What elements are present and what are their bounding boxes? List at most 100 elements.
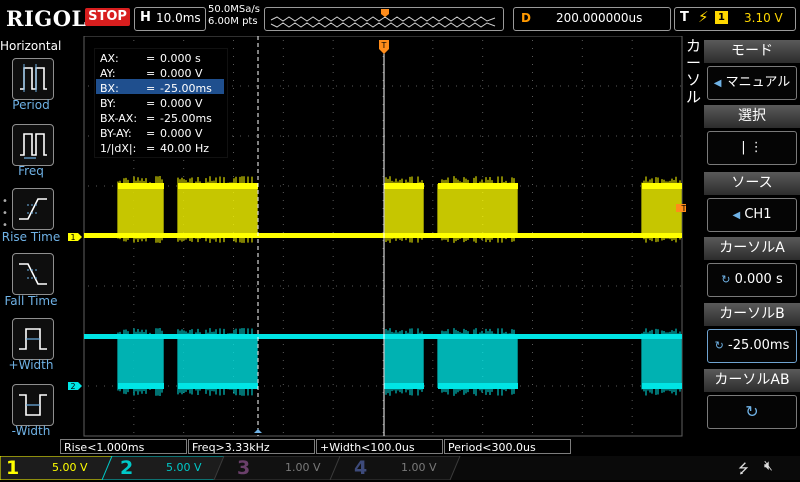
cursor-readout-key: AY: xyxy=(100,67,116,80)
knob-icon: ↻ xyxy=(745,402,759,421)
cursor-readout-key: BY-AY: xyxy=(100,127,132,140)
memory-position-strip[interactable] xyxy=(264,7,504,31)
negative-width-icon xyxy=(19,394,47,416)
trigger-level-marker: T xyxy=(676,204,686,213)
cursor-readout-value: 0.000 V xyxy=(160,127,203,140)
freq-icon xyxy=(20,133,47,159)
ch1-scale: 5.00 V xyxy=(52,461,88,474)
cursor-readout-value: 0.000 s xyxy=(160,52,201,65)
measurement-rise[interactable]: Rise<1.000ms xyxy=(60,439,187,454)
memory-depth: 6.00M pts xyxy=(208,16,258,27)
measure-rise-time-button[interactable] xyxy=(12,188,54,230)
svg-text:T: T xyxy=(681,204,686,213)
select-softkey-header[interactable]: 選択 xyxy=(704,105,800,128)
cursor-readout-row: BY-AY: = 0.000 V xyxy=(100,127,203,141)
ch2-scale: 5.00 V xyxy=(166,461,202,474)
cursor-ab-softkey-value[interactable]: ↻ xyxy=(707,395,797,429)
measurement-period[interactable]: Period<300.0us xyxy=(444,439,571,454)
mode-softkey-value[interactable]: ◀ マニュアル xyxy=(707,66,797,100)
cursor-menu-title: カーソル xyxy=(686,37,702,106)
cursor-readout-key: 1/|dX|: xyxy=(100,142,137,155)
rise-time-icon xyxy=(19,198,47,220)
chevron-left-icon: ◀ xyxy=(713,78,722,89)
cursor-readout-key: BX: xyxy=(100,82,119,95)
source-value-text: CH1 xyxy=(744,207,772,222)
positive-width-icon xyxy=(19,328,47,350)
run-stop-indicator[interactable]: STOP xyxy=(85,8,130,26)
measure-freq-button[interactable] xyxy=(12,124,54,166)
cursor-readout-equals: = xyxy=(146,67,156,80)
cursor-readout-row: 1/|dX|: = 40.00 Hz xyxy=(100,142,209,156)
measure-negative-width-button[interactable] xyxy=(12,384,54,426)
mode-value-text: マニュアル xyxy=(725,75,791,90)
delay-label: D xyxy=(521,11,531,25)
cursor-readout-key: BX-AX: xyxy=(100,112,138,125)
chevron-left-icon: ◀ xyxy=(732,210,741,221)
rising-edge-icon: ⚡ xyxy=(698,8,709,26)
fall-time-icon xyxy=(19,263,47,285)
measurement-freq[interactable]: Freq>3.33kHz xyxy=(188,439,315,454)
cursor-b-softkey-value[interactable]: ↻ -25.00ms xyxy=(707,329,797,363)
fall-time-label: Fall Time xyxy=(4,294,58,308)
cursor-readout-equals: = xyxy=(146,82,156,95)
sample-rate: 50.0MSa/s xyxy=(208,4,260,15)
measurement-positive-width[interactable]: +Width<100.0us xyxy=(316,439,443,454)
cursor-readout-row: AY: = 0.000 V xyxy=(100,67,203,81)
speaker-muted-icon[interactable]: 🔇︎ xyxy=(764,458,773,474)
cursor-readout-value: 40.00 Hz xyxy=(160,142,210,155)
rigol-logo: RIGOL xyxy=(6,6,87,31)
cursor-readout-key: AX: xyxy=(100,52,119,65)
knob-icon: ↻ xyxy=(721,273,731,286)
sidebar-title: Horizontal xyxy=(0,39,62,53)
trigger-label: T xyxy=(680,10,689,25)
negative-width-label: -Width xyxy=(11,424,51,438)
svg-text:T: T xyxy=(381,41,387,50)
cursor-readout-equals: = xyxy=(146,112,156,125)
measure-fall-time-button[interactable] xyxy=(12,253,54,295)
ch1-tab-number[interactable]: 1 xyxy=(6,457,19,479)
measure-positive-width-button[interactable] xyxy=(12,318,54,360)
cursor-readout-value: -25.00ms xyxy=(160,112,212,125)
mode-softkey-header[interactable]: モード xyxy=(704,40,800,63)
period-icon xyxy=(20,64,47,92)
ch4-scale: 1.00 V xyxy=(401,461,437,474)
cursor-readout-row: AX: = 0.000 s xyxy=(100,52,201,66)
cursor-readout-equals: = xyxy=(146,97,156,110)
cursor-readout-equals: = xyxy=(146,52,156,65)
cursor-a-softkey-header[interactable]: カーソルA xyxy=(704,237,800,260)
cursor-readout-value: 0.000 V xyxy=(160,97,203,110)
select-softkey-value[interactable]: | ⋮ xyxy=(707,131,797,165)
positive-width-label: +Width xyxy=(8,358,54,372)
cursor-readout-value: -25.00ms xyxy=(160,82,212,95)
rise-time-label: Rise Time xyxy=(1,230,61,244)
ch3-scale: 1.00 V xyxy=(285,461,321,474)
ch3-tab-number[interactable]: 3 xyxy=(237,457,250,479)
ch2-ground-marker: 2 xyxy=(68,382,82,391)
cursor-a-value-text: 0.000 s xyxy=(734,272,783,287)
cursor-a-softkey-value[interactable]: ↻ 0.000 s xyxy=(707,263,797,297)
memory-trigger-marker xyxy=(381,9,389,17)
delay-value: 200.000000us xyxy=(556,11,643,25)
ch2-tab-number[interactable]: 2 xyxy=(120,457,133,479)
cursor-readout-equals: = xyxy=(146,127,156,140)
cursor-b-value-text: -25.00ms xyxy=(728,338,790,353)
period-label: Period xyxy=(12,98,50,112)
trigger-level: 3.10 V xyxy=(744,11,783,25)
source-softkey-header[interactable]: ソース xyxy=(704,172,800,195)
timebase-label: H xyxy=(140,10,151,25)
ch4-tab-number[interactable]: 4 xyxy=(354,457,367,479)
cursor-readout-row: BX: = -25.00ms xyxy=(100,82,212,96)
freq-label: Freq xyxy=(18,164,44,178)
memory-overview-waveform xyxy=(270,9,496,28)
source-softkey-value[interactable]: ◀ CH1 xyxy=(707,198,797,232)
trigger-source-badge: 1 xyxy=(715,11,728,24)
sidebar-scroll-dots: • • • xyxy=(2,196,8,231)
cursor-readout-row: BY: = 0.000 V xyxy=(100,97,203,111)
measure-period-button[interactable] xyxy=(12,58,54,100)
svg-text:2: 2 xyxy=(70,382,75,391)
cursor-b-softkey-header[interactable]: カーソルB xyxy=(704,303,800,326)
cursor-readout-equals: = xyxy=(146,142,156,155)
timebase-value: 10.0ms xyxy=(156,11,201,25)
cursor-ab-softkey-header[interactable]: カーソルAB xyxy=(704,369,800,392)
cursor-readout-row: BX-AX: = -25.00ms xyxy=(100,112,212,126)
